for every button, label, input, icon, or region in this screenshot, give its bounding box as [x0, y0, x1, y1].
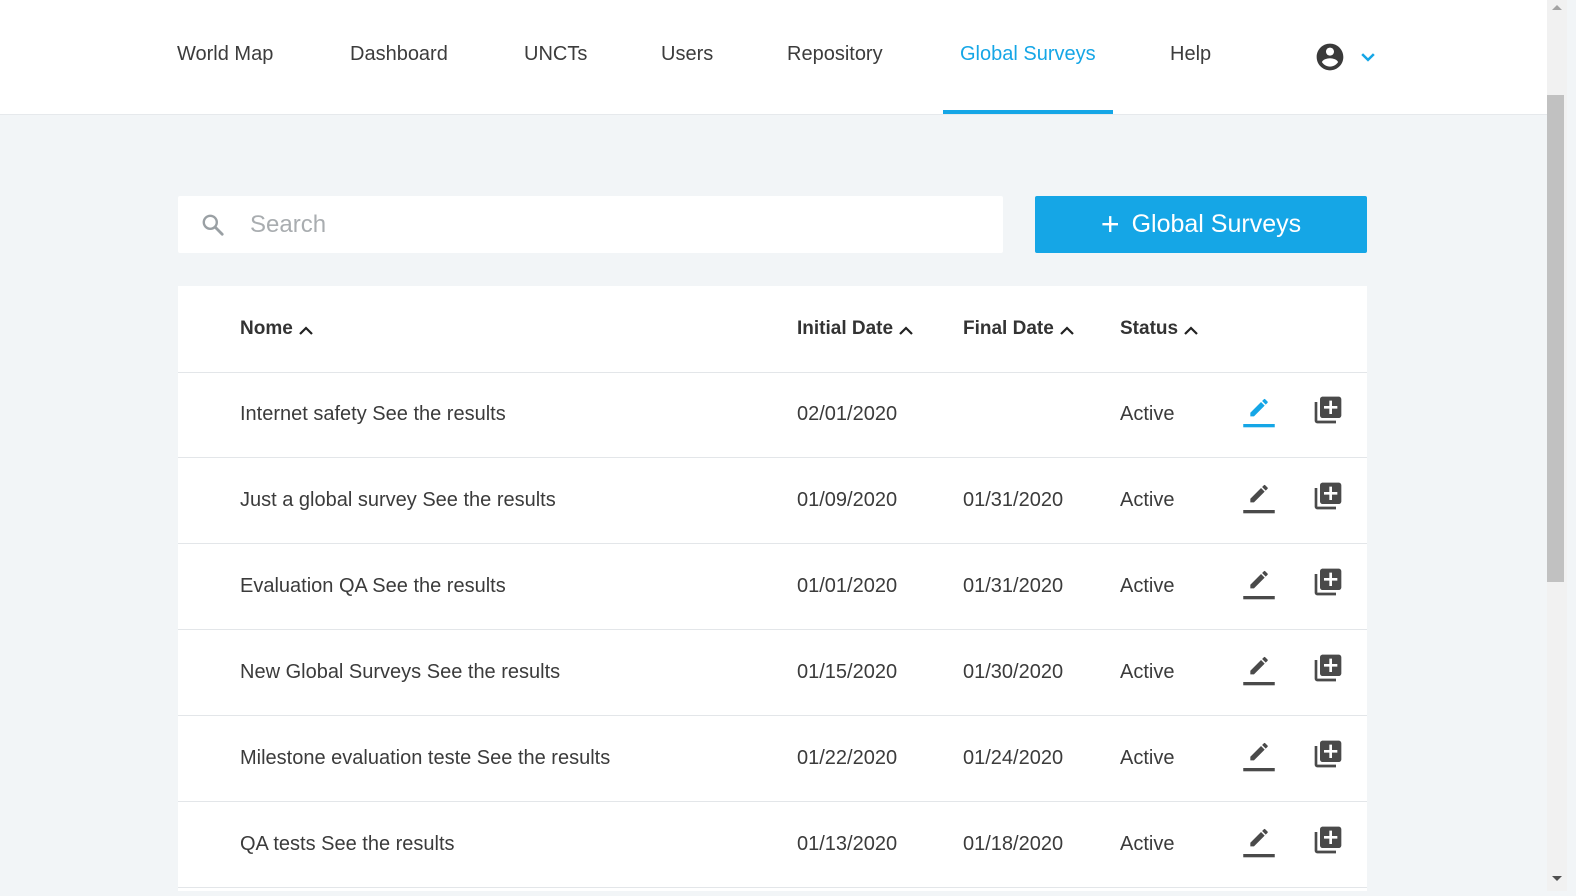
final-date: 01/18/2020: [963, 833, 1064, 855]
vertical-scrollbar[interactable]: [1547, 0, 1567, 891]
survey-name[interactable]: Internet safety See the results: [240, 372, 506, 457]
library-add-icon[interactable]: [1312, 566, 1344, 598]
table-row: Milestone evaluation teste See the resul…: [178, 716, 1367, 802]
nav-label: UNCTs: [524, 42, 588, 65]
library-add-icon[interactable]: [1312, 480, 1344, 512]
status: Active: [1120, 403, 1175, 425]
column-header-final-date[interactable]: Final Date: [963, 286, 1075, 372]
nav-item-users[interactable]: Users: [661, 0, 713, 114]
library-add-icon[interactable]: [1312, 824, 1344, 856]
final-date: 01/30/2020: [963, 661, 1064, 683]
sort-ascending-icon: [298, 320, 314, 342]
status: Active: [1120, 833, 1175, 855]
status: Active: [1120, 747, 1175, 769]
final-date: 01/24/2020: [963, 747, 1064, 769]
library-add-icon[interactable]: [1312, 394, 1344, 426]
initial-date: 02/01/2020: [797, 403, 898, 425]
library-add-icon[interactable]: [1312, 652, 1344, 684]
add-global-survey-button[interactable]: + Global Surveys: [1035, 196, 1367, 253]
nav-item-dashboard[interactable]: Dashboard: [350, 0, 448, 114]
nav-item-help[interactable]: Help: [1170, 0, 1211, 114]
survey-name[interactable]: New Global Surveys See the results: [240, 630, 560, 715]
initial-date: 01/01/2020: [797, 575, 898, 597]
survey-name[interactable]: Evaluation QA See the results: [240, 544, 506, 629]
app-page: World Map Dashboard UNCTs Users Reposito…: [0, 0, 1576, 896]
table-row: Evaluation QA See the results 01/01/2020…: [178, 544, 1367, 630]
scrollbar-thumb[interactable]: [1547, 95, 1564, 582]
nav-label: Help: [1170, 42, 1212, 65]
table-row: Internet safety See the results 02/01/20…: [178, 372, 1367, 458]
nav-item-uncts[interactable]: UNCTs: [524, 0, 587, 114]
plus-icon: +: [1100, 205, 1120, 242]
nav-item-repository[interactable]: Repository: [787, 0, 883, 114]
column-header-nome[interactable]: Nome: [240, 286, 314, 372]
scroll-down-arrow-icon[interactable]: [1552, 876, 1562, 881]
status: Active: [1120, 661, 1175, 683]
account-circle-icon: [1314, 41, 1346, 73]
nav-label: Global Surveys: [960, 42, 1096, 65]
nav-label: Users: [661, 42, 714, 65]
chevron-down-icon: [1358, 47, 1378, 67]
column-header-label: Initial Date: [797, 318, 894, 339]
nav-item-global-surveys[interactable]: Global Surveys: [943, 0, 1113, 114]
column-header-label: Nome: [240, 318, 293, 339]
window-bottom-edge: [0, 891, 1576, 896]
table-row: New Global Surveys See the results 01/15…: [178, 630, 1367, 716]
initial-date: 01/13/2020: [797, 833, 898, 855]
nav-item-world-map[interactable]: World Map: [177, 0, 273, 114]
status: Active: [1120, 575, 1175, 597]
column-header-label: Final Date: [963, 318, 1054, 339]
column-header-label: Status: [1120, 318, 1179, 339]
table-row: Just a global survey See the results 01/…: [178, 458, 1367, 544]
status: Active: [1120, 489, 1175, 511]
table-row: QA tests See the results 01/13/2020 01/1…: [178, 802, 1367, 888]
survey-name[interactable]: Milestone evaluation teste See the resul…: [240, 716, 610, 801]
sort-ascending-icon: [898, 320, 914, 342]
search-icon: [200, 212, 226, 243]
pencil-edit-icon[interactable]: [1241, 566, 1277, 602]
global-surveys-table: Nome Initial Date Final Date Status Inte…: [178, 286, 1367, 896]
survey-name[interactable]: Just a global survey See the results: [240, 458, 556, 543]
library-add-icon[interactable]: [1312, 738, 1344, 770]
add-button-label: Global Surveys: [1131, 210, 1302, 238]
pencil-edit-icon[interactable]: [1241, 394, 1277, 430]
pencil-edit-icon[interactable]: [1241, 824, 1277, 860]
initial-date: 01/22/2020: [797, 747, 898, 769]
pencil-edit-icon[interactable]: [1241, 652, 1277, 688]
nav-label: World Map: [177, 42, 274, 65]
pencil-edit-icon[interactable]: [1241, 738, 1277, 774]
sort-ascending-icon: [1059, 320, 1075, 342]
user-menu[interactable]: [1314, 40, 1378, 74]
initial-date: 01/15/2020: [797, 661, 898, 683]
table-header: Nome Initial Date Final Date Status: [178, 286, 1367, 373]
final-date: 01/31/2020: [963, 489, 1064, 511]
nav-label: Dashboard: [350, 42, 448, 65]
search-box: [178, 196, 1003, 253]
nav-label: Repository: [787, 42, 883, 65]
survey-name[interactable]: QA tests See the results: [240, 802, 455, 887]
column-header-initial-date[interactable]: Initial Date: [797, 286, 914, 372]
column-header-status[interactable]: Status: [1120, 286, 1199, 372]
final-date: 01/31/2020: [963, 575, 1064, 597]
sort-ascending-icon: [1183, 320, 1199, 342]
pencil-edit-icon[interactable]: [1241, 480, 1277, 516]
initial-date: 01/09/2020: [797, 489, 898, 511]
search-input[interactable]: [250, 196, 980, 253]
top-navigation: World Map Dashboard UNCTs Users Reposito…: [0, 0, 1547, 115]
scroll-up-arrow-icon[interactable]: [1552, 5, 1562, 10]
